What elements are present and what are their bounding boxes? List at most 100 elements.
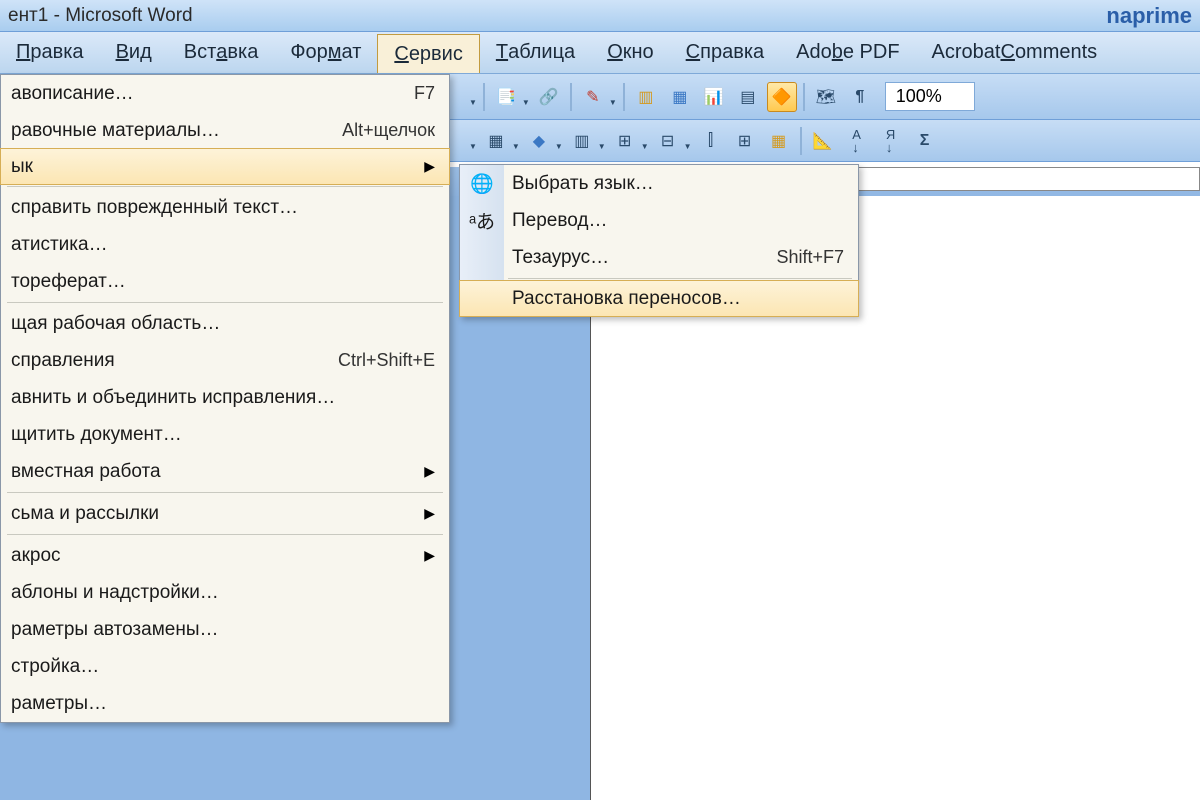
menu-item[interactable]: Тезаурус…Shift+F7 — [460, 239, 858, 276]
sort-asc-icon[interactable]: А↓ — [842, 126, 872, 156]
dropdown-arrow-icon[interactable]: ▼ — [469, 87, 477, 107]
toolbar-button[interactable]: 🗺 — [811, 82, 841, 112]
menu-сервис[interactable]: Сервис — [377, 34, 480, 73]
table-icon[interactable]: ▦ — [481, 126, 511, 156]
menu-item[interactable]: Расстановка переносов… — [459, 280, 859, 317]
split-icon[interactable]: ⊟ — [653, 126, 683, 156]
menu-правка[interactable]: Правка — [0, 32, 100, 73]
menu-item-label: раметры автозамены… — [11, 619, 435, 641]
menu-item[interactable]: щая рабочая область… — [1, 305, 449, 342]
menu-shortcut: F7 — [414, 83, 435, 104]
menu-таблица[interactable]: Таблица — [480, 32, 591, 73]
menu-item[interactable]: авнить и объединить исправления… — [1, 379, 449, 416]
window-title: ент1 - Microsoft Word — [8, 5, 193, 27]
menu-item-label: справить поврежденный текст… — [11, 197, 435, 219]
menu-item[interactable]: акрос ▶ — [1, 537, 449, 574]
dropdown-arrow-icon[interactable]: ▼ — [609, 87, 617, 107]
drawing-icon[interactable]: ✎ — [578, 82, 608, 112]
menu-item-label: раметры… — [11, 693, 435, 715]
fill-icon[interactable]: ◆ — [524, 126, 554, 156]
menu-item[interactable]: равочные материалы…Alt+щелчок — [1, 112, 449, 149]
menu-item[interactable]: справить поврежденный текст… — [1, 189, 449, 226]
style1-icon[interactable]: ▥ — [631, 82, 661, 112]
pilcrow-icon[interactable]: ¶ — [845, 82, 875, 112]
submenu-arrow-icon: ▶ — [424, 505, 435, 522]
toolbar-button[interactable]: 📑 — [491, 82, 521, 112]
sort-desc-icon[interactable]: Я↓ — [876, 126, 906, 156]
titlebar: ент1 - Microsoft Word naprime — [0, 0, 1200, 32]
active-tool-icon[interactable]: 🔶 — [767, 82, 797, 112]
submenu-arrow-icon: ▶ — [424, 158, 435, 175]
toolbar-button[interactable]: 🔗 — [534, 82, 564, 112]
menu-shortcut: Alt+щелчок — [342, 120, 435, 141]
menu-item-label: сьма и рассылки — [11, 503, 412, 525]
menu-item[interactable]: тореферат… — [1, 263, 449, 300]
menu-acrobat comments[interactable]: Acrobat Comments — [916, 32, 1114, 73]
menu-item-label: тореферат… — [11, 271, 435, 293]
submenu-arrow-icon: ▶ — [424, 463, 435, 480]
menu-item[interactable]: стройка… — [1, 648, 449, 685]
autofit-icon[interactable]: ▦ — [764, 126, 794, 156]
service-menu-dropdown: авописание… F7 равочные материалы…Alt+щелч… — [0, 74, 450, 723]
menubar: ПравкаВидВставкаФорматСервисТаблицаОкноС… — [0, 32, 1200, 74]
language-submenu: 🌐 Выбрать язык… ᵃあПеревод…Тезаурус…Shift+F… — [459, 164, 859, 317]
merge-icon[interactable]: ⊞ — [610, 126, 640, 156]
menu-item[interactable]: 🌐 Выбрать язык… — [460, 165, 858, 202]
menu-вставка[interactable]: Вставка — [168, 32, 275, 73]
dropdown-arrow-icon[interactable]: ▼ — [522, 87, 530, 107]
menu-справка[interactable]: Справка — [670, 32, 780, 73]
sum-icon[interactable]: Σ — [910, 126, 940, 156]
toolbar-button[interactable]: 📐 — [808, 126, 838, 156]
dist-cols-icon[interactable]: ⊞ — [730, 126, 760, 156]
submenu-arrow-icon: ▶ — [424, 547, 435, 564]
menu-item-label: Расстановка переносов… — [512, 288, 844, 310]
dropdown-arrow-icon[interactable]: ▼ — [684, 131, 692, 151]
menu-separator — [7, 534, 443, 535]
menu-item-label: Перевод… — [512, 210, 844, 232]
menu-формат[interactable]: Формат — [274, 32, 377, 73]
menu-item[interactable]: вместная работа ▶ — [1, 453, 449, 490]
menu-separator — [7, 302, 443, 303]
menu-item[interactable]: раметры автозамены… — [1, 611, 449, 648]
menu-item-label: аблоны и надстройки… — [11, 582, 435, 604]
separator — [623, 83, 625, 111]
menu-item[interactable]: атистика… — [1, 226, 449, 263]
insert-table-icon[interactable]: ▥ — [567, 126, 597, 156]
menu-item-label: справления — [11, 350, 318, 372]
menu-item-label: щая рабочая область… — [11, 313, 435, 335]
dropdown-arrow-icon[interactable]: ▼ — [512, 131, 520, 151]
menu-item-label: акрос — [11, 545, 412, 567]
style2-icon[interactable]: ▦ — [665, 82, 695, 112]
menu-item[interactable]: раметры… — [1, 685, 449, 722]
menu-item-label: стройка… — [11, 656, 435, 678]
menu-окно[interactable]: Окно — [591, 32, 669, 73]
dropdown-arrow-icon[interactable]: ▼ — [598, 131, 606, 151]
dropdown-arrow-icon[interactable]: ▼ — [555, 131, 563, 151]
menu-item[interactable]: ᵃあПеревод… — [460, 202, 858, 239]
separator — [570, 83, 572, 111]
menu-item-label: Тезаурус… — [512, 247, 756, 269]
menu-item[interactable]: ык▶ — [0, 148, 450, 185]
menu-item[interactable]: сьма и рассылки ▶ — [1, 495, 449, 532]
columns-icon[interactable]: ▤ — [733, 82, 763, 112]
globe-icon: 🌐 — [468, 171, 496, 197]
separator — [800, 127, 802, 155]
menu-shortcut: Ctrl+Shift+E — [338, 350, 435, 371]
separator — [483, 83, 485, 111]
dist-rows-icon[interactable]: ⫿ — [696, 126, 726, 156]
menu-вид[interactable]: Вид — [100, 32, 168, 73]
menu-item-label: вместная работа — [11, 461, 412, 483]
menu-item[interactable]: щитить документ… — [1, 416, 449, 453]
menu-item-label: авописание… — [11, 83, 394, 105]
menu-item-label: атистика… — [11, 234, 435, 256]
menu-adobe pdf[interactable]: Adobe PDF — [780, 32, 915, 73]
menu-item-label: Выбрать язык… — [512, 173, 844, 195]
dropdown-arrow-icon[interactable]: ▼ — [469, 131, 477, 151]
dropdown-arrow-icon[interactable]: ▼ — [641, 131, 649, 151]
menu-item[interactable]: справления Ctrl+Shift+E — [1, 342, 449, 379]
menu-item[interactable]: аблоны и надстройки… — [1, 574, 449, 611]
watermark: naprime — [1106, 3, 1192, 29]
toolbar-button[interactable]: 📊 — [699, 82, 729, 112]
zoom-field[interactable]: 100% — [885, 82, 975, 111]
menu-item[interactable]: авописание… F7 — [1, 75, 449, 112]
